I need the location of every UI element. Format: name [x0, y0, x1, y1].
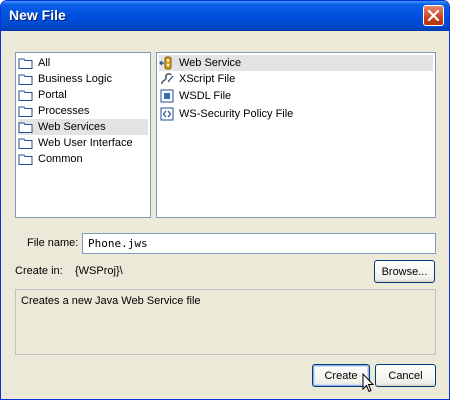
category-item-all[interactable]: All: [18, 55, 148, 71]
file-name-label: File name:: [27, 237, 79, 249]
description-text: Creates a new Java Web Service file: [21, 295, 201, 307]
category-label: All: [38, 57, 51, 69]
title-bar[interactable]: New File: [1, 1, 449, 31]
folder-icon: [18, 56, 34, 70]
web-service-icon: [159, 56, 175, 70]
file-type-label: WS-Security Policy File: [179, 108, 294, 120]
close-icon: [428, 10, 439, 21]
mouse-cursor-icon: [362, 373, 374, 393]
category-item-processes[interactable]: Processes: [18, 103, 148, 119]
file-type-item-ws-security-policy-file[interactable]: WS-Security Policy File: [159, 106, 433, 122]
category-label: Common: [38, 153, 83, 165]
category-item-web-user-interface[interactable]: Web User Interface: [18, 135, 148, 151]
category-label: Portal: [38, 89, 67, 101]
cancel-button[interactable]: Cancel: [375, 364, 436, 387]
folder-icon: [18, 120, 34, 134]
file-type-item-web-service[interactable]: Web Service: [159, 55, 433, 71]
folder-icon: [18, 104, 34, 118]
wsdl-icon: [159, 89, 175, 103]
folder-icon: [18, 152, 34, 166]
create-in-label: Create in:: [15, 265, 63, 277]
file-type-item-xscript-file[interactable]: XScript File: [159, 71, 433, 87]
category-item-business-logic[interactable]: Business Logic: [18, 71, 148, 87]
category-label: Processes: [38, 105, 90, 117]
file-type-item-wsdl-file[interactable]: WSDL File: [159, 88, 433, 104]
create-in-path: {WSProj}\: [75, 265, 123, 277]
file-type-label: XScript File: [179, 73, 236, 85]
folder-icon: [18, 72, 34, 86]
description-panel: Creates a new Java Web Service file: [15, 289, 436, 355]
category-label: Web Services: [38, 121, 106, 133]
category-list[interactable]: All Business Logic Portal Processes Web …: [15, 52, 151, 218]
new-file-dialog: New File All Business Logic Portal Proce…: [0, 0, 450, 400]
category-item-portal[interactable]: Portal: [18, 87, 148, 103]
category-label: Business Logic: [38, 73, 112, 85]
xml-file-icon: [159, 107, 175, 121]
folder-icon: [18, 88, 34, 102]
category-item-common[interactable]: Common: [18, 151, 148, 167]
folder-icon: [18, 136, 34, 150]
window-title: New File: [9, 7, 66, 23]
file-type-label: WSDL File: [179, 90, 232, 102]
file-type-list[interactable]: Web Service XScript File WSDL File WS-Se…: [156, 52, 436, 218]
close-button[interactable]: [423, 5, 444, 26]
xscript-icon: [159, 72, 175, 86]
category-label: Web User Interface: [38, 137, 133, 149]
file-name-input[interactable]: Phone.jws: [82, 233, 436, 254]
file-type-label: Web Service: [179, 57, 242, 69]
category-item-web-services[interactable]: Web Services: [18, 119, 148, 135]
browse-button[interactable]: Browse...: [374, 260, 435, 283]
